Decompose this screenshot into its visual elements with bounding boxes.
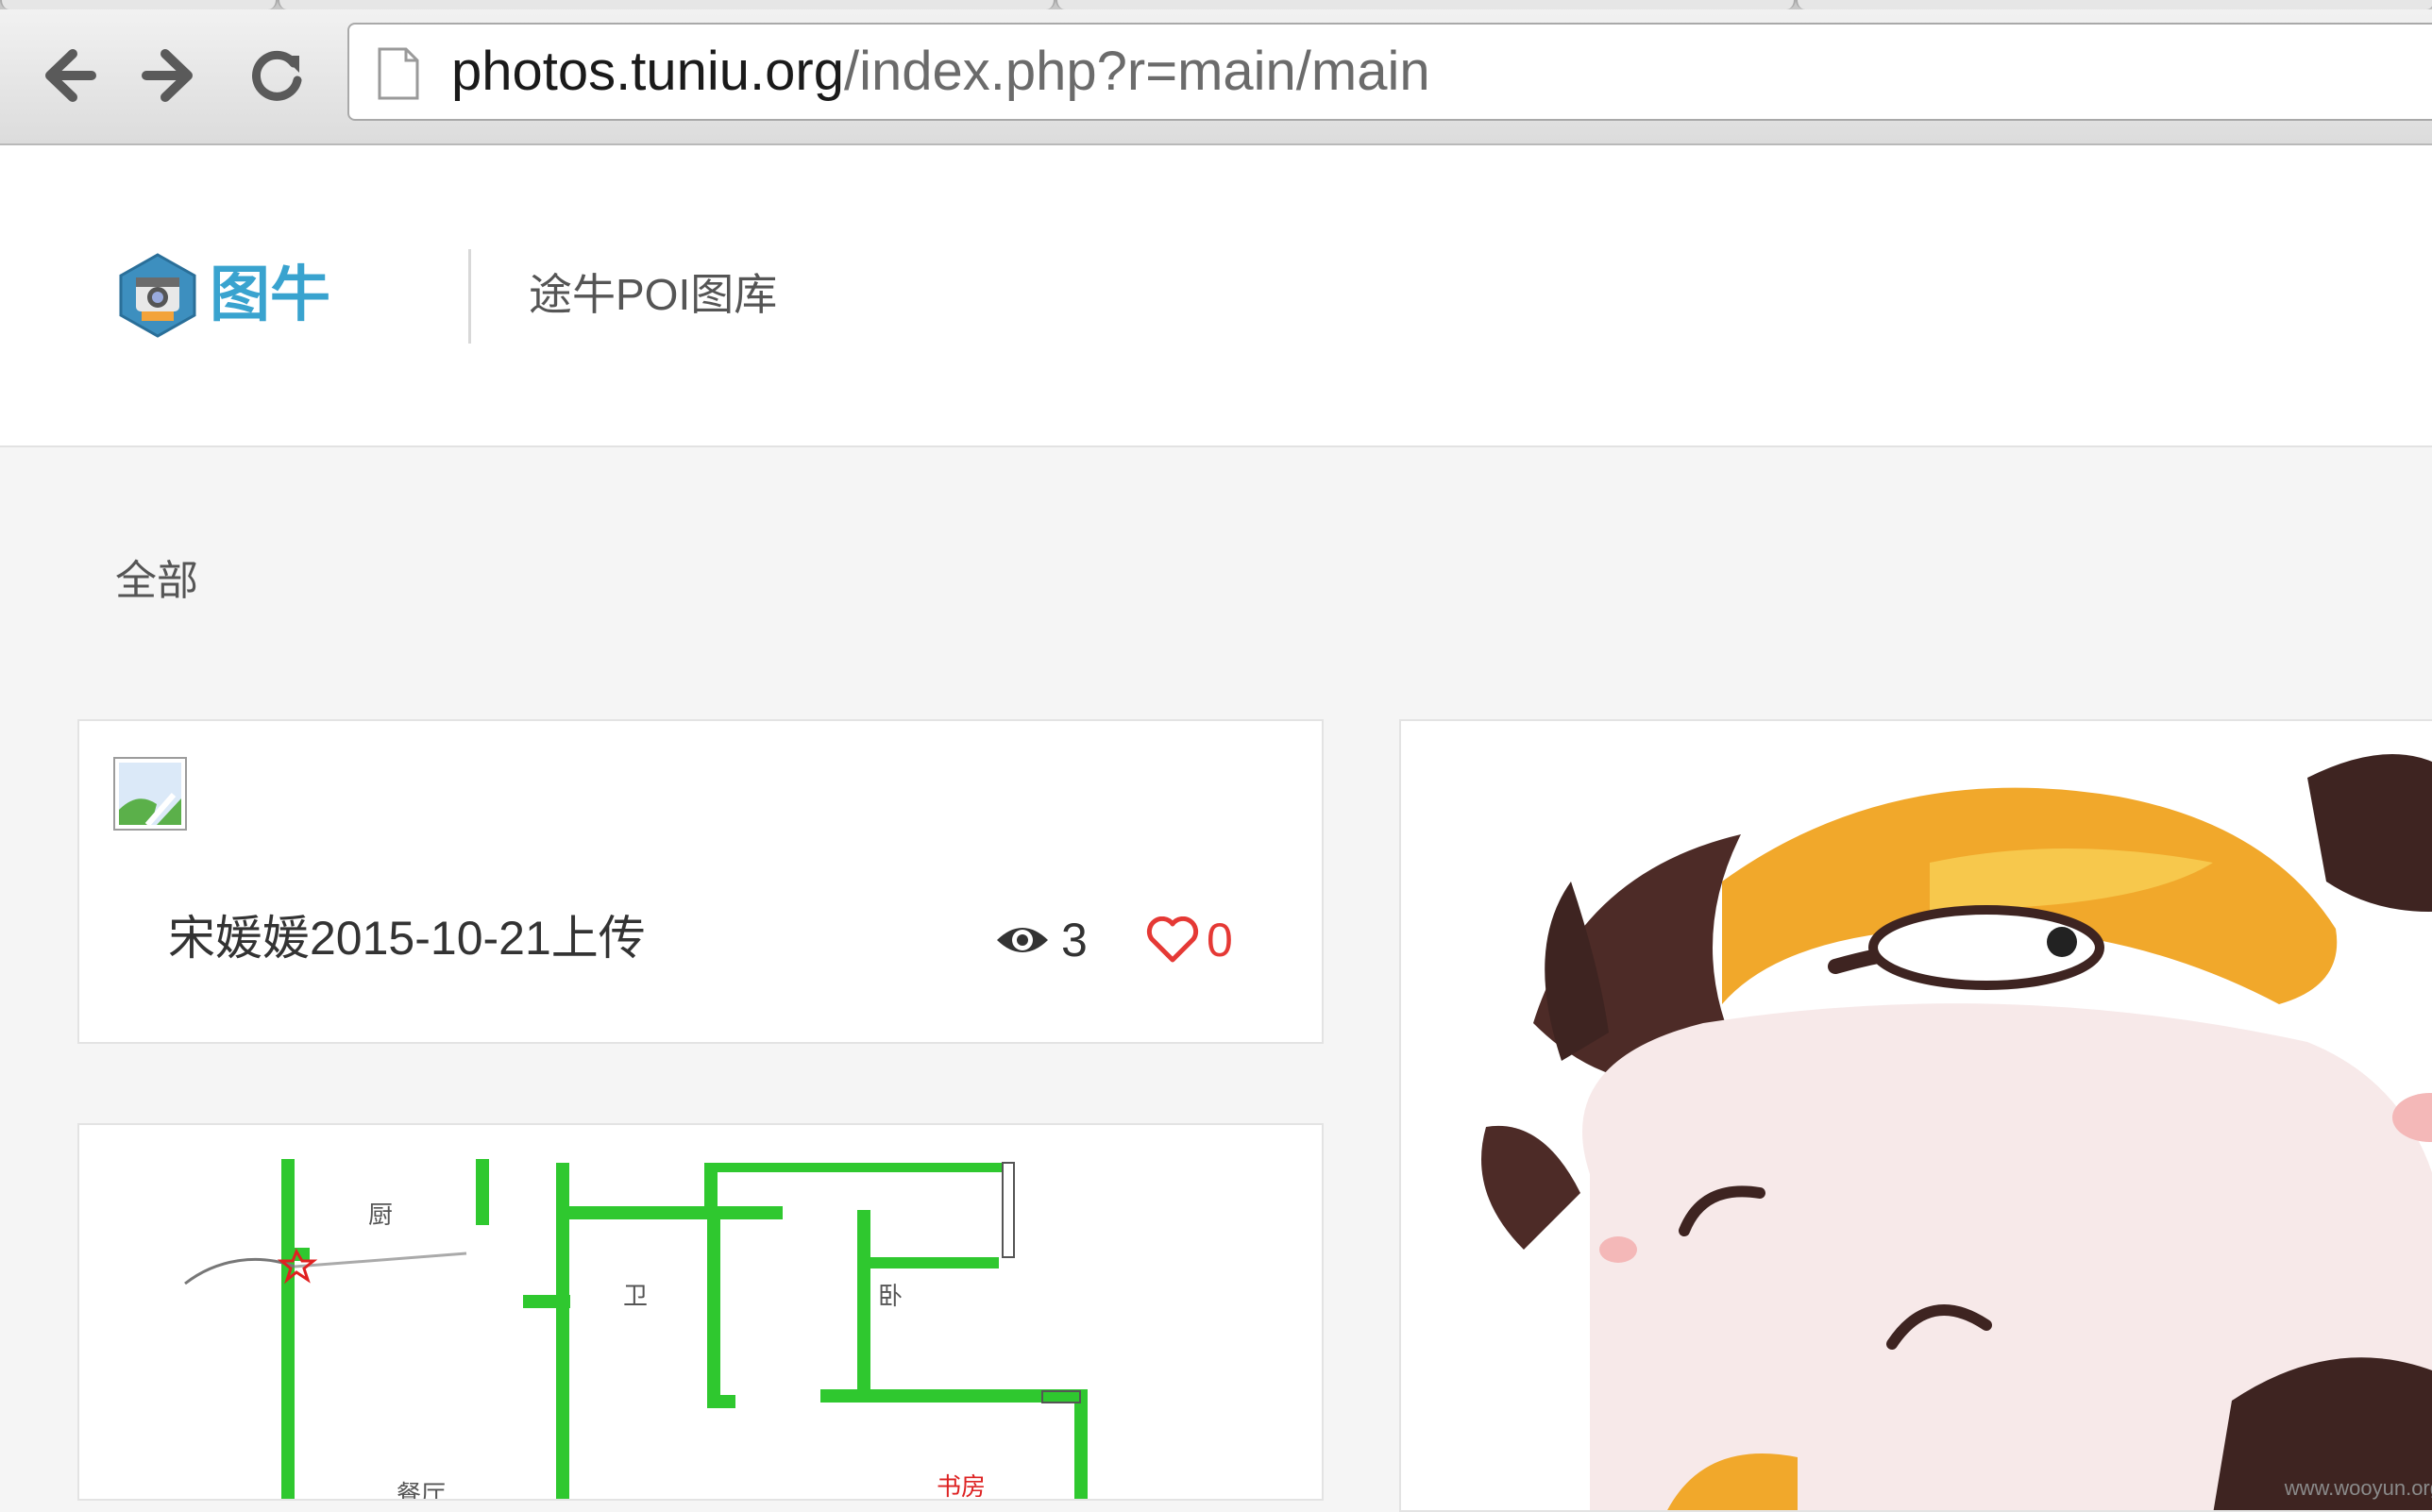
like-count-value: 0 — [1207, 914, 1233, 966]
photo-card[interactable]: 厨 卫 卧 书房 餐厅 — [77, 1123, 1324, 1501]
photo-card[interactable]: 宋媛媛2015-10-21上传 3 0 — [77, 719, 1324, 1044]
site-header: 图牛 途牛POI图库 — [0, 145, 2432, 447]
url-text[interactable]: photos.tuniu.org/index.php?r=main/main — [451, 25, 1430, 119]
arrow-left-icon — [45, 49, 96, 102]
eye-icon — [997, 928, 1048, 952]
browser-tab[interactable] — [1056, 0, 1796, 9]
floorplan-label-dining: 餐厅 — [397, 1481, 446, 1501]
tab-strip — [0, 0, 2432, 9]
heart-icon — [1146, 916, 1199, 963]
like-button[interactable]: 0 — [1146, 912, 1233, 968]
uploader-info: 宋媛媛2015-10-21上传 — [168, 912, 646, 965]
view-count: 3 — [995, 912, 1088, 968]
floorplan-label-bathroom: 卫 — [623, 1283, 648, 1311]
site-title[interactable]: 途牛POI图库 — [529, 266, 777, 323]
floorplan-label-bedroom: 卧 — [878, 1283, 903, 1311]
document-icon — [378, 47, 419, 100]
browser-toolbar: photos.tuniu.org/index.php?r=main/main — [0, 0, 2432, 145]
cartoon-cow-image — [1481, 754, 2432, 1510]
floorplan-label-kitchen: 厨 — [368, 1201, 393, 1230]
floorplan-label-study: 书房 — [937, 1473, 986, 1501]
forward-button[interactable] — [132, 38, 208, 113]
back-button[interactable] — [30, 38, 106, 113]
address-bar[interactable]: photos.tuniu.org/index.php?r=main/main — [347, 23, 2432, 121]
watermark-text: www.wooyun.org — [2284, 1476, 2432, 1500]
logo-text[interactable]: 图牛 — [210, 259, 330, 330]
header-divider — [468, 249, 471, 344]
view-count-value: 3 — [1061, 914, 1088, 966]
floorplan-image: 厨 卫 卧 书房 餐厅 — [184, 1159, 1088, 1501]
url-host: photos.tuniu.org — [451, 41, 844, 102]
reload-button[interactable] — [240, 38, 315, 113]
broken-image-icon — [113, 757, 187, 831]
browser-tab[interactable] — [278, 0, 1056, 9]
url-path: /index.php?r=main/main — [843, 41, 1430, 102]
browser-tab[interactable] — [0, 0, 278, 9]
filter-all-tab[interactable]: 全部 — [115, 555, 198, 608]
photo-card[interactable]: www.wooyun.org — [1399, 719, 2432, 1512]
camera-logo-icon[interactable] — [117, 253, 198, 338]
arrow-right-icon — [142, 49, 193, 102]
reload-icon — [252, 50, 302, 101]
browser-tab[interactable] — [1796, 0, 2432, 9]
